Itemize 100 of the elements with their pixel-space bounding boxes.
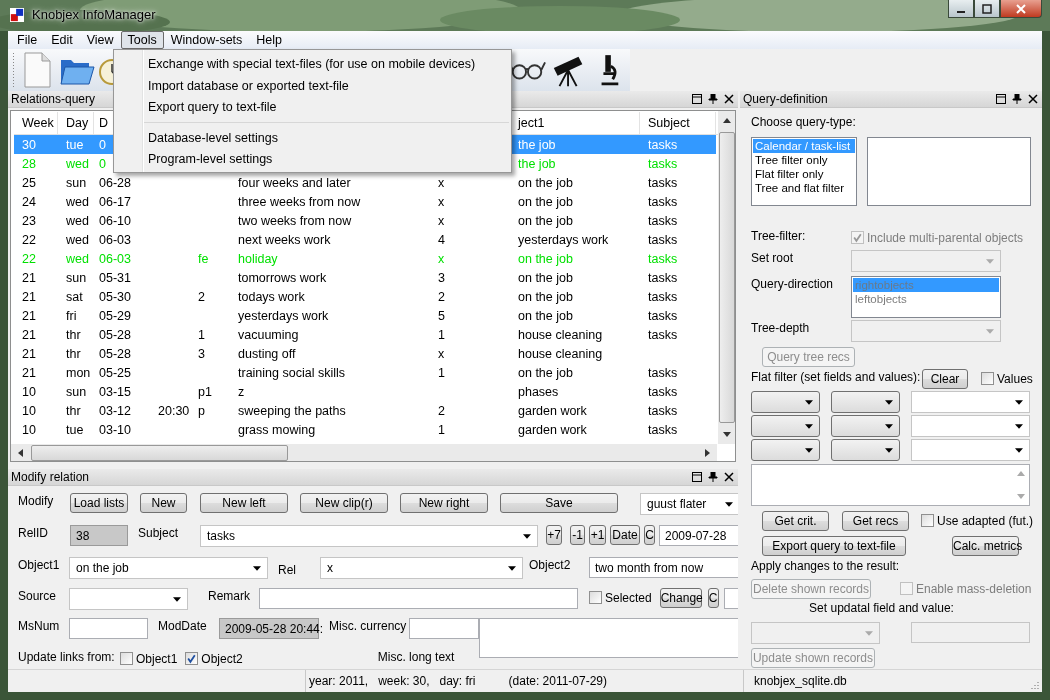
date-button[interactable]: +7	[546, 525, 562, 545]
list-item[interactable]: Tree and flat filter	[753, 181, 855, 195]
subject-dropdown[interactable]: tasks	[200, 525, 538, 547]
list-item[interactable]: Tree filter only	[753, 153, 855, 167]
scroll-up-icon[interactable]	[722, 117, 731, 123]
table-row[interactable]: 21 thr 05-28 3 dusting off x house cleaning	[14, 344, 716, 363]
update-value-field[interactable]	[911, 622, 1030, 643]
float-icon[interactable]	[996, 94, 1006, 104]
scroll-down-icon[interactable]	[722, 432, 731, 438]
value-dropdown[interactable]	[911, 391, 1030, 413]
scroll-right-icon[interactable]	[705, 448, 711, 457]
action-button[interactable]: Load lists	[70, 493, 128, 513]
table-row[interactable]: 21 fri 05-29 yesterdays work 5 on the job tasks	[14, 306, 716, 325]
pin-icon[interactable]	[708, 472, 718, 482]
value-dropdown[interactable]	[911, 439, 1030, 461]
msnum-field[interactable]	[69, 618, 148, 639]
table-row[interactable]: 23 wed 06-10 two weeks from now x on the job tasks	[14, 211, 716, 230]
menu-item[interactable]: File	[10, 31, 45, 49]
close-icon[interactable]	[724, 94, 734, 104]
minimize-button[interactable]	[948, 0, 974, 18]
list-item[interactable]: leftobjects	[853, 292, 999, 306]
object1-dropdown[interactable]: on the job	[69, 557, 268, 579]
maximize-button[interactable]	[974, 0, 1000, 18]
operator-dropdown[interactable]	[831, 391, 900, 413]
action-button[interactable]: Save	[500, 493, 618, 513]
checkbox[interactable]	[589, 591, 602, 604]
date-field[interactable]: 2009-07-28	[659, 525, 738, 546]
checkbox[interactable]	[185, 652, 199, 665]
get-records-button[interactable]: Get recs	[842, 511, 909, 531]
table-row[interactable]: 10 sun 03-15 p1 z phases tasks	[14, 382, 716, 401]
menu-entry[interactable]: Export query to text-file	[114, 98, 511, 120]
menu-item[interactable]: Window-sets	[163, 31, 250, 49]
date-button[interactable]: +1	[589, 525, 606, 545]
value-dropdown[interactable]	[911, 415, 1030, 437]
date-button[interactable]: Date	[610, 525, 640, 545]
export-button[interactable]: Export query to text-file	[762, 536, 906, 556]
menu-entry[interactable]: Exchange with special text-files (for use on mobile devices)	[114, 55, 511, 77]
table-row[interactable]: 24 wed 06-17 three weeks from now x on the job tasks	[14, 192, 716, 211]
field-dropdown[interactable]	[751, 415, 820, 437]
update-field-dropdown[interactable]	[751, 622, 880, 644]
column-header[interactable]: Week	[22, 116, 54, 130]
list-box[interactable]	[867, 137, 1031, 206]
date-button[interactable]: -1	[570, 525, 585, 545]
action-button[interactable]: New	[140, 493, 187, 513]
action-button[interactable]: New left	[200, 493, 288, 513]
long-text-field[interactable]	[479, 618, 738, 658]
table-row[interactable]: 25 sun 06-28 four weeks and later x on the job tasks	[14, 173, 716, 192]
table-row[interactable]: 21 sat 05-30 2 todays work 2 on the job tasks	[14, 287, 716, 306]
horizontal-scrollbar[interactable]	[11, 444, 717, 461]
menu-item[interactable]: View	[79, 31, 121, 49]
clear-button[interactable]: Clear	[922, 369, 968, 389]
menu-entry[interactable]: Import database or exported text-file	[114, 76, 511, 99]
close-icon[interactable]	[1028, 94, 1038, 104]
scroll-thumb[interactable]	[31, 444, 288, 461]
operator-dropdown[interactable]	[831, 415, 900, 437]
menu-item[interactable]: Tools	[120, 31, 164, 49]
menu-entry[interactable]: Program-level settings	[114, 150, 511, 173]
table-row[interactable]: 21 sun 05-31 tomorrows work 3 on the job tasks	[14, 268, 716, 287]
table-row[interactable]: 10 tue 03-10 grass mowing 1 garden work tasks	[14, 420, 716, 439]
pin-icon[interactable]	[1012, 94, 1022, 104]
resize-grip-icon[interactable]	[1030, 680, 1040, 690]
checkbox[interactable]	[981, 372, 994, 385]
column-header[interactable]: D	[99, 116, 109, 130]
field-dropdown[interactable]	[751, 439, 820, 461]
rel-dropdown[interactable]: x	[320, 557, 523, 579]
menu-item[interactable]: Edit	[44, 31, 80, 49]
action-button[interactable]: New right	[400, 493, 488, 513]
float-icon[interactable]	[692, 472, 702, 482]
float-icon[interactable]	[692, 94, 702, 104]
change-button[interactable]: C	[707, 588, 719, 608]
scroll-left-icon[interactable]	[17, 448, 23, 457]
close-button[interactable]	[1000, 0, 1042, 18]
close-icon[interactable]	[724, 472, 734, 482]
table-row[interactable]: 21 thr 05-28 1 vacuuming 1 house cleaning tasks	[14, 325, 716, 344]
change-button[interactable]: Change	[659, 588, 702, 608]
object2-field[interactable]: two month from now	[589, 557, 738, 578]
remark-field[interactable]	[259, 588, 578, 609]
table-row[interactable]: 22 wed 06-03 next weeks work 4 yesterdays work tasks	[14, 230, 716, 249]
new-document-icon[interactable]	[22, 52, 52, 88]
date-button[interactable]: C	[644, 525, 655, 545]
field-dropdown[interactable]	[751, 391, 820, 413]
list-item[interactable]: Flat filter only	[753, 167, 855, 181]
pin-icon[interactable]	[708, 94, 718, 104]
get-criteria-button[interactable]: Get crit.	[762, 511, 829, 531]
checkbox[interactable]	[921, 514, 934, 527]
column-header[interactable]: Day	[66, 116, 89, 130]
relid-field[interactable]: 38	[70, 525, 128, 546]
currency-field[interactable]	[409, 618, 479, 639]
table-row[interactable]: 21 mon 05-25 training social skills 1 on the job tasks	[14, 363, 716, 382]
user-dropdown[interactable]: guust flater	[640, 493, 738, 515]
action-button[interactable]: New clip(r)	[300, 493, 388, 513]
table-cell: fe	[198, 251, 209, 266]
operator-dropdown[interactable]	[831, 439, 900, 461]
source-dropdown[interactable]	[69, 588, 188, 610]
table-row[interactable]: 10 thr 03-12 20:30 p sweeping the paths 2 garden work tasks	[14, 401, 716, 420]
menu-entry[interactable]: Database-level settings	[114, 128, 511, 151]
checkbox[interactable]	[120, 652, 133, 665]
column-header[interactable]: Subject	[648, 116, 690, 130]
menu-item[interactable]: Help	[249, 31, 290, 49]
column-header[interactable]: ject1	[518, 116, 545, 130]
